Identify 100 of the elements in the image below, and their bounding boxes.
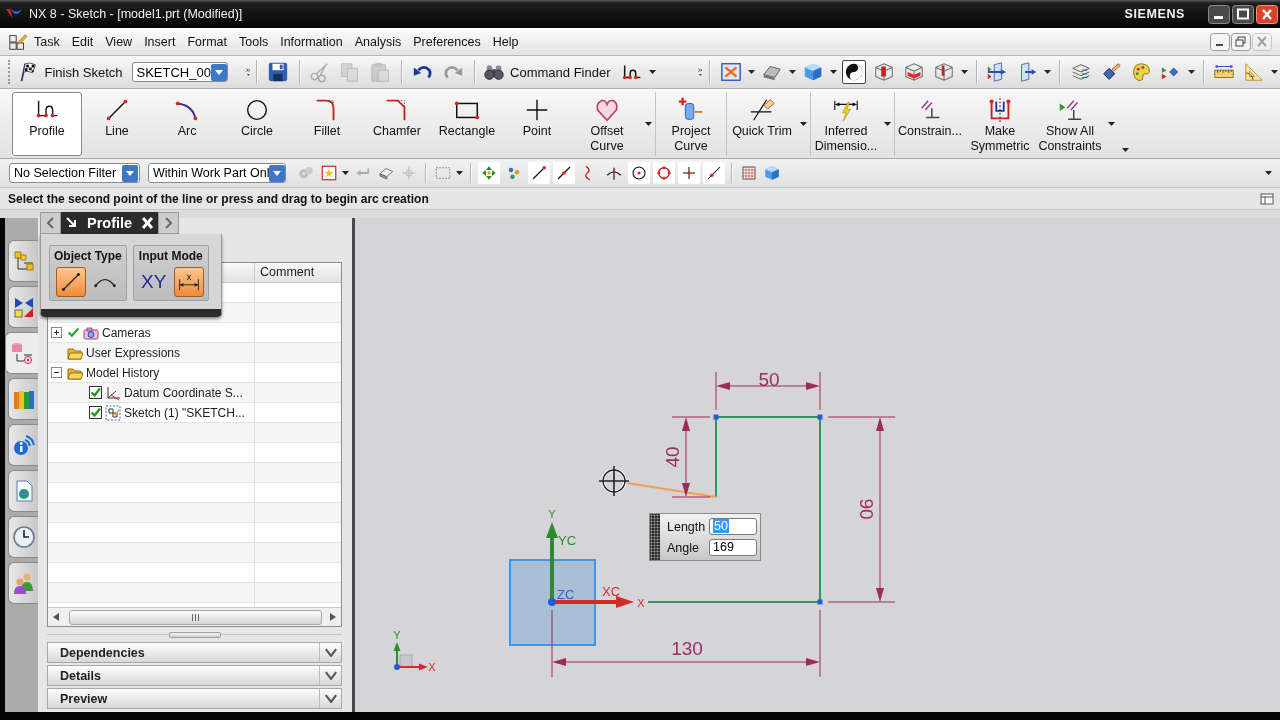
show-constraints-button[interactable]: Show All Constraints	[1035, 92, 1105, 156]
caret-icon[interactable]	[884, 122, 891, 126]
menu-item[interactable]: Insert	[138, 31, 182, 52]
profile-button[interactable]: Profile	[12, 92, 82, 156]
plus-point-icon[interactable]	[677, 162, 700, 184]
vertex-marker-icon	[713, 414, 719, 420]
navigator-tab[interactable]	[8, 286, 38, 328]
caret-icon[interactable]	[1187, 70, 1195, 74]
menu-item[interactable]: Analysis	[348, 31, 408, 52]
field-label: Length	[667, 519, 707, 534]
expand-toggle-icon[interactable]	[51, 327, 62, 338]
arc-button[interactable]: Arc	[152, 92, 222, 156]
caret-icon[interactable]	[1122, 148, 1129, 152]
selection-scope-dropdown[interactable]: Within Work Part Onl	[148, 163, 286, 183]
point-button[interactable]: Point	[502, 92, 572, 156]
menu-item[interactable]: Help	[486, 31, 525, 52]
panel-layout-icon[interactable]	[1260, 192, 1274, 205]
caret-icon[interactable]	[800, 122, 807, 126]
command-finder-button[interactable]: Command Finder	[480, 61, 614, 83]
menu-item[interactable]: Information	[274, 31, 349, 52]
drag-handle[interactable]	[650, 514, 660, 560]
origin-point-icon	[548, 598, 556, 606]
value-field[interactable]: 169	[709, 539, 757, 556]
maximize-icon[interactable]	[1232, 4, 1254, 24]
quadrant-point-icon[interactable]	[652, 162, 675, 184]
dimension-icon[interactable]	[173, 267, 204, 297]
navigator-tab[interactable]	[8, 240, 38, 282]
checkbox[interactable]	[89, 386, 102, 399]
caret-icon[interactable]	[960, 70, 968, 74]
navigator-tab[interactable]	[8, 424, 38, 466]
inferred-dimension-button[interactable]: Inferred Dimensio...	[811, 92, 881, 156]
splitter-handle[interactable]	[168, 631, 221, 638]
caret-icon[interactable]	[456, 171, 463, 175]
menu-item[interactable]: View	[99, 31, 139, 52]
circle-button[interactable]: Circle	[222, 92, 292, 156]
navigator-tab[interactable]	[8, 516, 38, 558]
navigator-tab[interactable]	[8, 470, 38, 512]
caret-icon[interactable]	[649, 70, 657, 74]
close-icon[interactable]	[137, 212, 159, 234]
menu-item[interactable]: Task	[28, 31, 66, 52]
make-symmetric-button[interactable]: Make Symmetric	[965, 92, 1035, 156]
menu-item[interactable]: Tools	[233, 31, 275, 52]
caret-icon[interactable]	[342, 171, 349, 175]
collapsible-panel-header[interactable]: Dependencies	[47, 642, 342, 663]
table-row[interactable]: Sketch (1) "SKETCH...	[48, 403, 341, 423]
caret-icon[interactable]	[1265, 171, 1272, 175]
constrain-button[interactable]: Constrain...	[895, 92, 965, 156]
chamfer-button[interactable]: Chamfer	[362, 92, 432, 156]
sketch-dropdown[interactable]: SKETCH_00	[131, 62, 228, 82]
menu-item[interactable]: Format	[181, 31, 233, 52]
table-row[interactable]: User Expressions	[48, 343, 341, 363]
checkbox[interactable]	[89, 406, 102, 419]
line-button[interactable]: Line	[82, 92, 152, 156]
caret-icon[interactable]	[788, 70, 796, 74]
menu-item[interactable]: Edit	[65, 31, 100, 52]
scroll-left-icon[interactable]	[53, 613, 59, 621]
restore-icon[interactable]	[1231, 32, 1251, 51]
dimension-value: 90	[855, 498, 877, 520]
horizontal-scrollbar[interactable]	[48, 607, 341, 626]
column-header[interactable]: Comment	[254, 263, 341, 282]
yin-yang-icon[interactable]	[841, 60, 866, 84]
close-icon[interactable]	[1256, 4, 1278, 24]
rectangle-button[interactable]: Rectangle	[432, 92, 502, 156]
quick-trim-button[interactable]: Quick Trim	[727, 92, 797, 156]
table-row[interactable]: Datum Coordinate S...	[48, 383, 341, 403]
snap-arrows-icon[interactable]	[477, 162, 500, 184]
line-end-icon[interactable]	[527, 162, 550, 184]
finish-sketch-button[interactable]: Finish Sketch	[14, 61, 126, 83]
dimension-value: 40	[661, 446, 683, 468]
table-row[interactable]: Cameras	[48, 323, 341, 343]
circle-center-icon[interactable]	[627, 162, 650, 184]
menu-item[interactable]: Preferences	[407, 31, 487, 52]
caret-icon[interactable]	[645, 122, 652, 126]
caret-icon[interactable]	[1044, 70, 1052, 74]
fillet-button[interactable]: Fillet	[292, 92, 362, 156]
caret-icon[interactable]	[1108, 122, 1115, 126]
caret-icon[interactable]	[829, 70, 837, 74]
fit-view-icon[interactable]	[718, 60, 743, 84]
selection-filter-dropdown[interactable]: No Selection Filter	[9, 163, 140, 183]
collapsible-panel-header[interactable]: Preview	[47, 688, 342, 709]
minimize-icon[interactable]	[1210, 32, 1230, 51]
offset-curve-button[interactable]: Offset Curve	[572, 92, 642, 156]
navigator-tab[interactable]	[8, 378, 38, 420]
caret-icon[interactable]	[747, 70, 755, 74]
navigator-tab[interactable]	[8, 562, 38, 604]
chevron-right-icon[interactable]	[158, 212, 180, 234]
scrollbar-thumb[interactable]	[69, 609, 322, 625]
midpoint-icon[interactable]	[552, 162, 575, 184]
project-curve-button[interactable]: Project Curve	[656, 92, 726, 156]
scroll-right-icon[interactable]	[330, 613, 336, 621]
sketch-task-icon[interactable]	[8, 31, 28, 52]
collapsible-panel-header[interactable]: Details	[47, 665, 342, 686]
navigator-tab[interactable]	[5, 332, 38, 374]
datum-axes-icon	[105, 384, 121, 401]
table-row[interactable]: Model History	[48, 363, 341, 383]
caret-icon[interactable]	[1271, 70, 1278, 74]
collapse-toggle-icon[interactable]	[51, 367, 62, 378]
minimize-icon[interactable]	[1208, 4, 1230, 24]
xy-option[interactable]: XY	[137, 267, 170, 297]
brand-wordmark: SIEMENS	[1124, 7, 1185, 21]
